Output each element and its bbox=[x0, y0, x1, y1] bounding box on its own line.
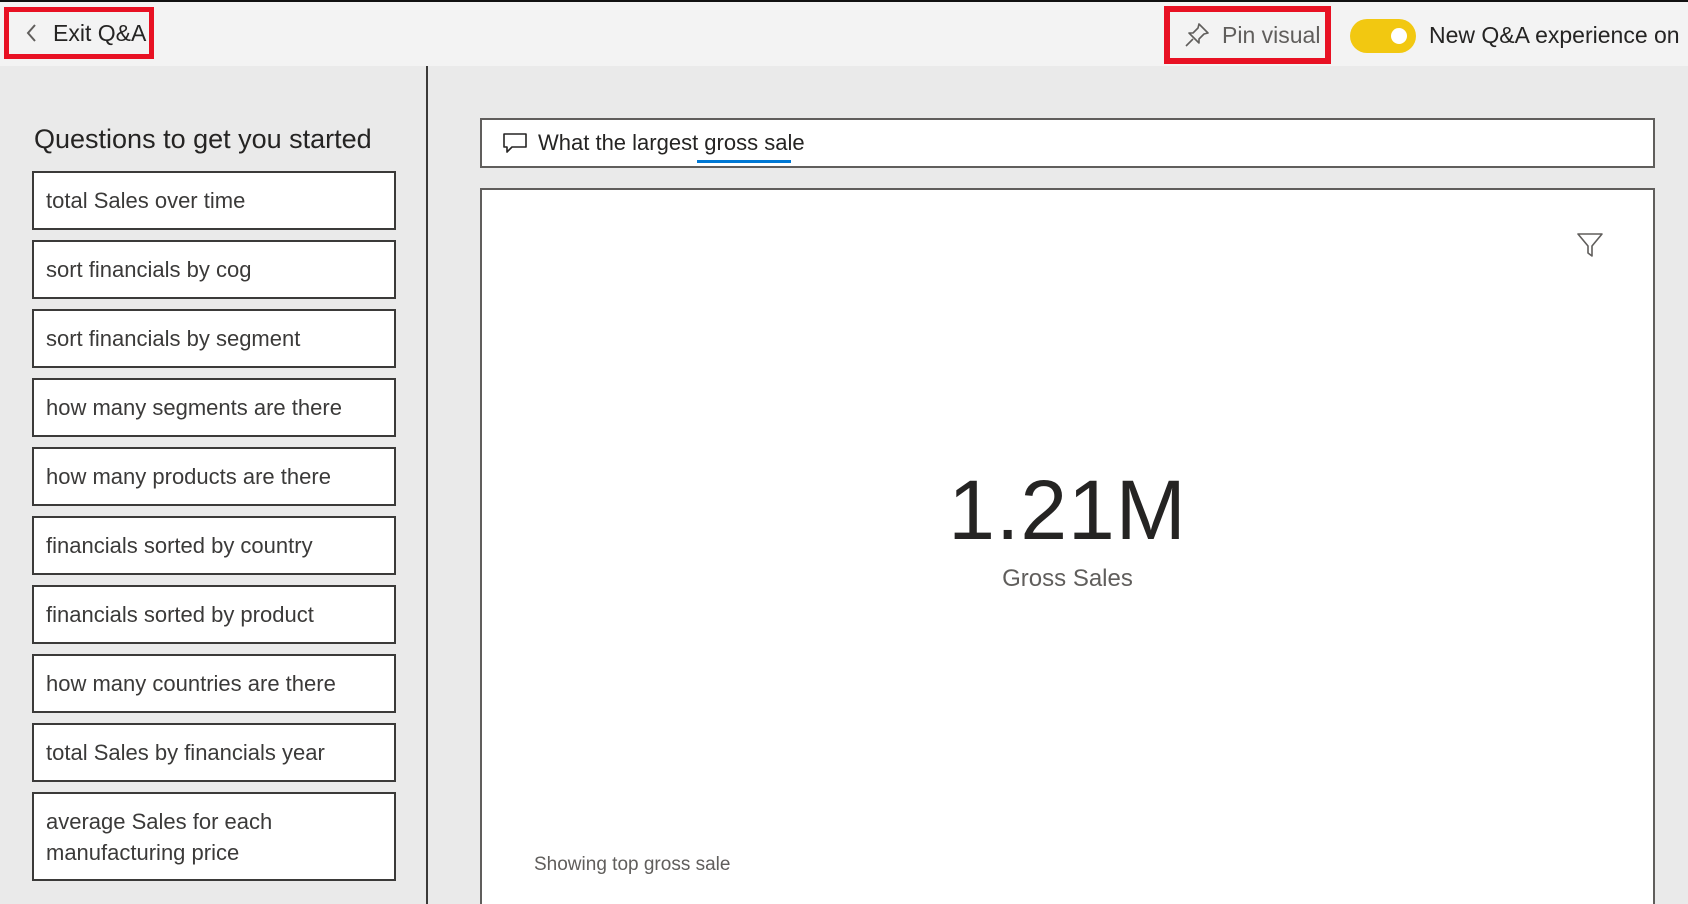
exit-qa-button[interactable]: Exit Q&A bbox=[4, 7, 154, 59]
exit-qa-label: Exit Q&A bbox=[53, 19, 147, 46]
filter-icon[interactable] bbox=[1575, 230, 1605, 260]
kpi-label: Gross Sales bbox=[1002, 565, 1133, 592]
suggested-question[interactable]: total Sales over time bbox=[32, 171, 396, 230]
suggested-question[interactable]: financials sorted by product bbox=[32, 585, 396, 644]
suggested-questions-title: Questions to get you started bbox=[34, 124, 372, 154]
new-qa-experience-label: New Q&A experience on bbox=[1429, 22, 1680, 48]
suggested-question[interactable]: total Sales by financials year bbox=[32, 723, 396, 782]
suggested-question[interactable]: how many products are there bbox=[32, 447, 396, 506]
pin-visual-button[interactable]: Pin visual bbox=[1164, 6, 1331, 64]
top-bar: Exit Q&A Pin visual New Q&A experience o… bbox=[0, 2, 1688, 66]
panel-divider bbox=[426, 66, 428, 904]
spellcheck-underline bbox=[697, 160, 791, 163]
suggested-question[interactable]: financials sorted by country bbox=[32, 516, 396, 575]
qa-question-input[interactable] bbox=[538, 130, 1618, 156]
qa-question-box[interactable] bbox=[480, 118, 1655, 168]
suggested-question[interactable]: how many segments are there bbox=[32, 378, 396, 437]
kpi-value: 1.21M bbox=[948, 463, 1187, 557]
pin-visual-label: Pin visual bbox=[1222, 21, 1321, 48]
suggested-question[interactable]: how many countries are there bbox=[32, 654, 396, 713]
new-qa-experience-toggle[interactable] bbox=[1350, 19, 1416, 53]
chat-bubble-icon bbox=[502, 131, 528, 155]
visual-footnote: Showing top gross sale bbox=[534, 854, 731, 875]
chevron-left-icon bbox=[23, 22, 41, 44]
qa-visual-card: 1.21M Gross Sales Showing top gross sale bbox=[480, 188, 1655, 904]
suggested-question[interactable]: average Sales for each manufacturing pri… bbox=[32, 792, 396, 881]
toggle-knob bbox=[1391, 28, 1407, 44]
suggested-question[interactable]: sort financials by segment bbox=[32, 309, 396, 368]
pin-icon bbox=[1184, 22, 1210, 48]
suggested-question[interactable]: sort financials by cog bbox=[32, 240, 396, 299]
suggested-questions-list: total Sales over time sort financials by… bbox=[32, 171, 396, 891]
